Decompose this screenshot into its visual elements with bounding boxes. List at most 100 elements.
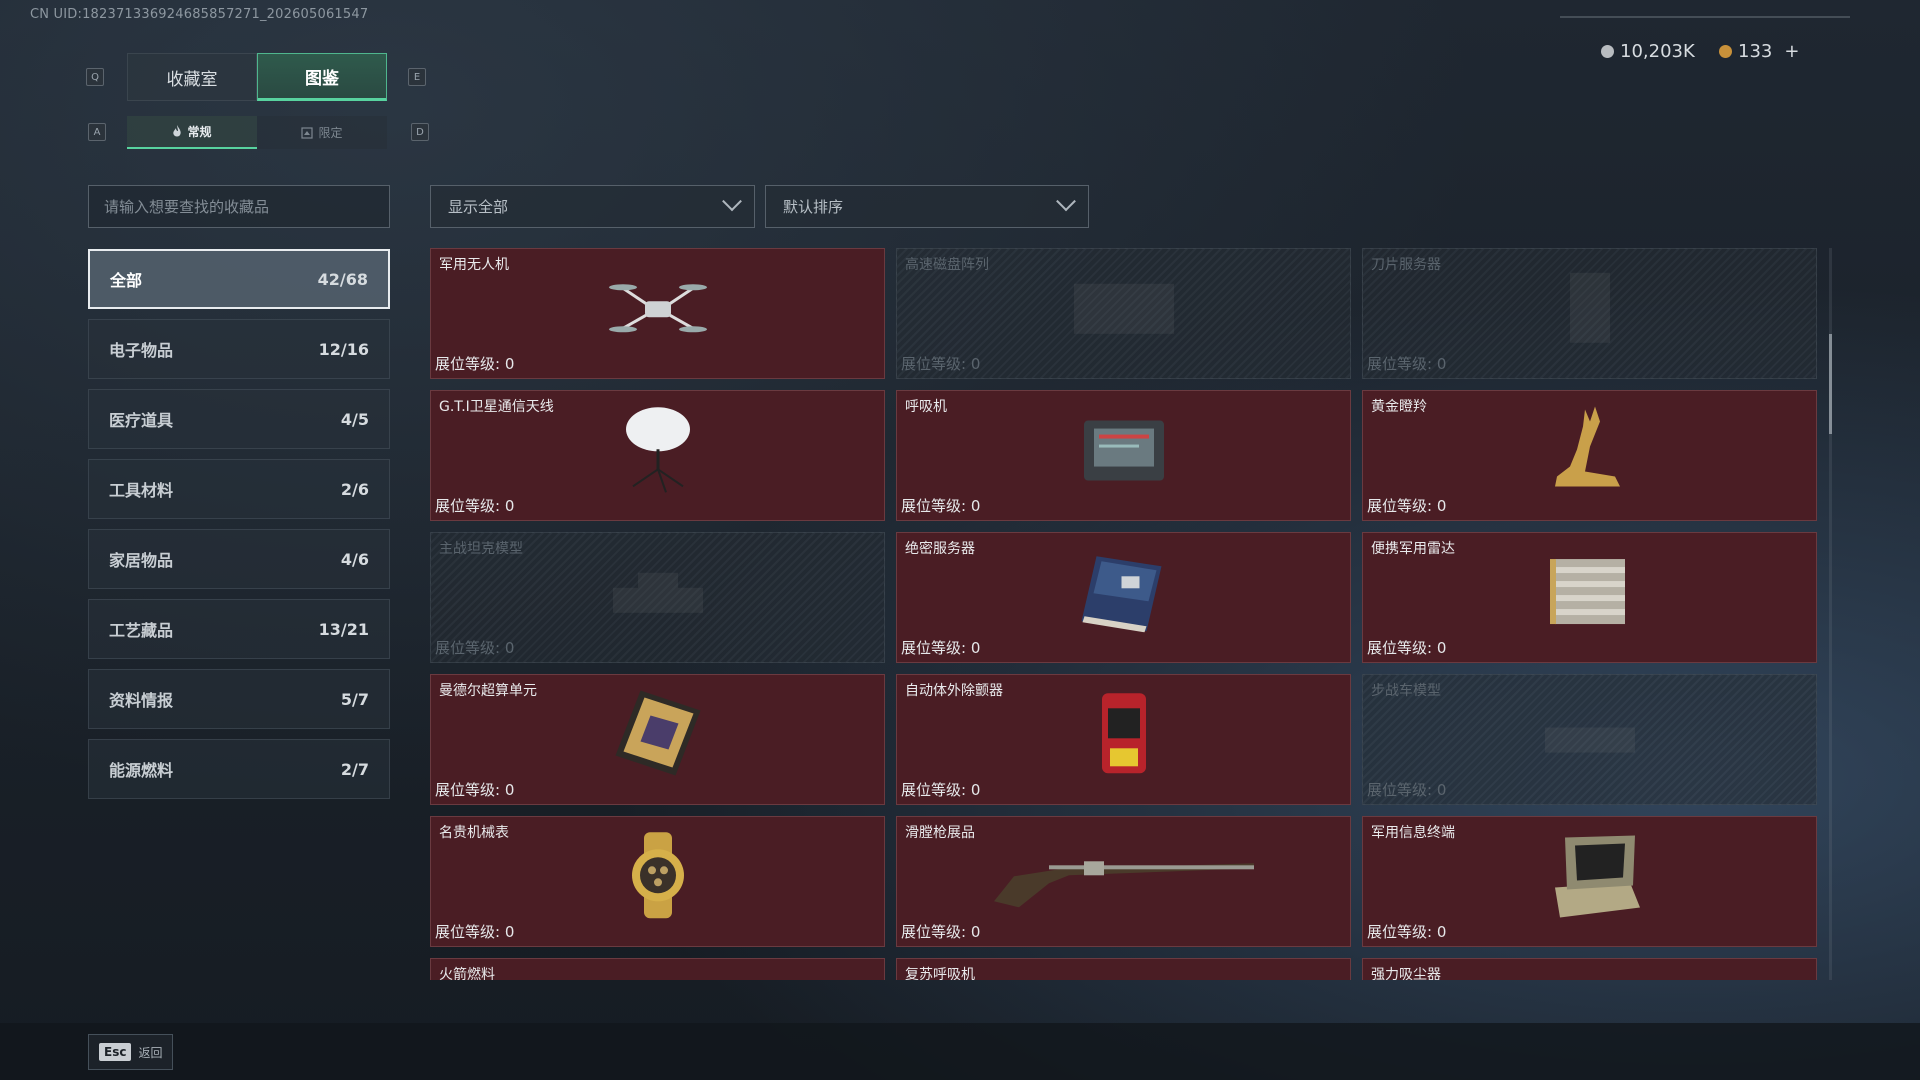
- ventilator-icon: [1079, 412, 1169, 491]
- collection-item-card[interactable]: 高速磁盘阵列展位等级: 0: [896, 248, 1351, 379]
- category-list: 全部 42/68 电子物品 12/16 医疗道具 4/5 工具材料 2/6 家居物品 4/…: [88, 249, 390, 809]
- category-label: 工艺藏品: [109, 621, 174, 640]
- category-intel[interactable]: 资料情报 5/7: [88, 669, 390, 729]
- category-count: 5/7: [340, 689, 369, 709]
- satellite-dish-icon: [618, 404, 698, 498]
- collection-item-card[interactable]: 主战坦克模型展位等级: 0: [430, 532, 885, 663]
- collection-item-card[interactable]: 步战车模型 展位等级: 0: [1362, 674, 1817, 805]
- terminal-icon: [1535, 827, 1645, 926]
- item-display-level: 展位等级: 0: [1367, 497, 1447, 515]
- collection-item-card[interactable]: 便携军用雷达 展位等级: 0: [1362, 532, 1817, 663]
- scrollbar-thumb[interactable]: [1829, 334, 1832, 434]
- sort-dropdown[interactable]: 默认排序: [765, 185, 1089, 228]
- collection-item-card[interactable]: 黄金瞪羚展位等级: 0: [1362, 390, 1817, 521]
- item-display-level: 展位等级: 0: [435, 497, 515, 515]
- collection-item-card[interactable]: 绝密服务器展位等级: 0: [896, 532, 1351, 663]
- golden-gazelle-icon: [1545, 401, 1635, 500]
- item-display-level: 展位等级: 0: [901, 923, 981, 941]
- category-count: 13/21: [318, 619, 369, 639]
- item-display-level: 展位等级: 0: [435, 781, 515, 799]
- category-count: 42/68: [317, 269, 368, 289]
- collection-item-card[interactable]: 刀片服务器展位等级: 0: [1362, 248, 1817, 379]
- search-input[interactable]: [88, 185, 390, 228]
- category-label: 电子物品: [109, 341, 174, 360]
- collection-item-card[interactable]: 自动体外除颤器展位等级: 0: [896, 674, 1351, 805]
- tank-model-icon: [608, 562, 708, 626]
- item-display-level: 展位等级: 0: [901, 781, 981, 799]
- drone-icon: [603, 273, 713, 347]
- category-household[interactable]: 家居物品 4/6: [88, 529, 390, 589]
- add-currency-button[interactable]: +: [1784, 41, 1799, 62]
- musket-icon: [989, 841, 1259, 915]
- defibrillator-icon: [1094, 688, 1154, 782]
- collection-item-card[interactable]: 曼德尔超算单元展位等级: 0: [430, 674, 885, 805]
- category-count: 2/6: [340, 479, 369, 499]
- item-name: 主战坦克模型: [439, 541, 523, 557]
- item-name: 曼德尔超算单元: [439, 683, 537, 699]
- collection-item-card[interactable]: 呼吸机展位等级: 0: [896, 390, 1351, 521]
- item-display-level: 展位等级: 0: [901, 639, 981, 657]
- bottom-bar: [0, 1023, 1920, 1080]
- esc-key-hint: Esc: [99, 1043, 132, 1061]
- back-button[interactable]: Esc 返回: [88, 1034, 174, 1070]
- disk-array-icon: [1069, 278, 1179, 342]
- item-display-level: 展位等级: 0: [435, 923, 515, 941]
- item-name: 高速磁盘阵列: [905, 257, 989, 273]
- silver-amount: 10,203K: [1620, 41, 1695, 62]
- item-display-level: 展位等级: 0: [901, 355, 981, 373]
- top-divider: [1560, 16, 1850, 18]
- category-electronics[interactable]: 电子物品 12/16: [88, 319, 390, 379]
- item-name: 自动体外除颤器: [905, 683, 1003, 699]
- chevron-down-icon: [722, 190, 742, 211]
- tab-collection-room[interactable]: 收藏室: [127, 53, 257, 101]
- category-label: 工具材料: [109, 481, 174, 500]
- back-label: 返回: [138, 1045, 163, 1060]
- category-all[interactable]: 全部 42/68: [88, 249, 390, 309]
- category-crafts[interactable]: 工艺藏品 13/21: [88, 599, 390, 659]
- item-name: 绝密服务器: [905, 541, 975, 557]
- display-filter-dropdown[interactable]: 显示全部: [430, 185, 755, 228]
- main-tabs: 收藏室 图鉴: [127, 53, 387, 101]
- category-count: 4/5: [340, 409, 369, 429]
- item-display-level: 展位等级: 0: [901, 497, 981, 515]
- item-display-level: 展位等级: 0: [435, 639, 515, 657]
- category-count: 2/7: [340, 759, 369, 779]
- subtab-next-key-hint: D: [411, 123, 429, 141]
- chevron-down-icon: [1056, 190, 1076, 211]
- subtab-limited[interactable]: 限定: [257, 116, 387, 149]
- collection-item-card[interactable]: G.T.I卫星通信天线 展位等级: 0: [430, 390, 885, 521]
- secret-server-icon: [1076, 546, 1171, 640]
- collection-item-card[interactable]: 军用无人机展位等级: 0: [430, 248, 885, 379]
- gold-currency: 133 +: [1719, 41, 1799, 62]
- collection-item-card[interactable]: 军用信息终端 展位等级: 0: [1362, 816, 1817, 947]
- category-count: 4/6: [340, 549, 369, 569]
- subtab-regular-label: 常规: [187, 125, 212, 139]
- collection-grid-viewport: 军用无人机 展位等级: 0 高速磁盘阵列 展位等级: 0 刀片服务器 展位等级: 0 G.T…: [430, 248, 1820, 980]
- subtab-limited-label: 限定: [318, 126, 343, 140]
- category-label: 能源燃料: [109, 761, 174, 780]
- category-medical[interactable]: 医疗道具 4/5: [88, 389, 390, 449]
- subtab-regular[interactable]: 常规: [127, 116, 257, 149]
- item-display-level: 展位等级: 0: [1367, 355, 1447, 373]
- player-uid: CN UID:1823713369246858572​71_2026050615…: [30, 7, 369, 22]
- radar-icon: [1545, 549, 1635, 638]
- collection-item-card[interactable]: 名贵机械表 展位等级: 0: [430, 816, 885, 947]
- item-name: 黄金瞪羚: [1371, 399, 1427, 415]
- collection-item-card[interactable]: 火箭燃料: [430, 958, 885, 980]
- collection-item-card[interactable]: 滑膛枪展品 展位等级: 0: [896, 816, 1351, 947]
- collection-item-card[interactable]: 复苏呼吸机: [896, 958, 1351, 980]
- sub-tabs: 常规 限定: [127, 116, 387, 149]
- subtab-prev-key-hint: A: [88, 123, 106, 141]
- tab-codex[interactable]: 图鉴: [257, 53, 387, 101]
- category-label: 医疗道具: [109, 411, 174, 430]
- item-display-level: 展位等级: 0: [435, 355, 515, 373]
- item-name: 复苏呼吸机: [905, 967, 975, 980]
- item-name: 呼吸机: [905, 399, 947, 415]
- category-tools[interactable]: 工具材料 2/6: [88, 459, 390, 519]
- item-name: 刀片服务器: [1371, 257, 1441, 273]
- item-name: 军用无人机: [439, 257, 509, 273]
- category-fuel[interactable]: 能源燃料 2/7: [88, 739, 390, 799]
- collection-item-card[interactable]: 强力吸尘器: [1362, 958, 1817, 980]
- ifv-model-icon: [1540, 707, 1640, 766]
- gold-amount: 133: [1738, 41, 1773, 62]
